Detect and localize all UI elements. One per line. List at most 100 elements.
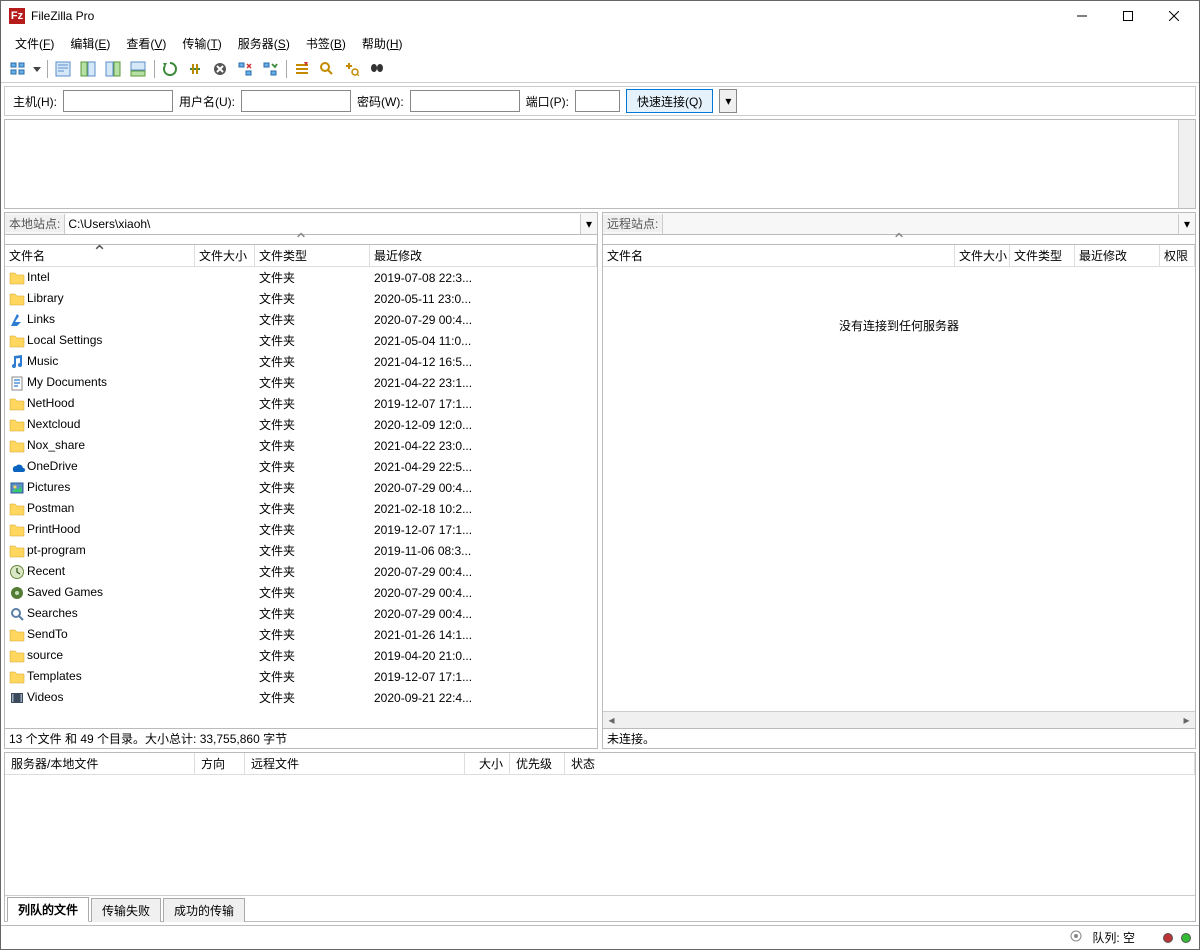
toggle-queue-icon[interactable] (127, 58, 149, 80)
file-modified: 2020-07-29 00:4... (370, 481, 597, 495)
table-row[interactable]: NetHood文件夹2019-12-07 17:1... (5, 393, 597, 414)
remote-path-input[interactable] (662, 214, 1178, 234)
site-manager-icon[interactable] (7, 58, 29, 80)
table-row[interactable]: Local Settings文件夹2021-05-04 11:0... (5, 330, 597, 351)
remote-file-list[interactable]: 文件名 文件大小 文件类型 最近修改 权限 没有连接到任何服务器 ◂▸ (603, 245, 1195, 728)
queue-col-direction[interactable]: 方向 (195, 753, 245, 774)
remote-col-modified[interactable]: 最近修改 (1075, 245, 1160, 266)
remote-col-name[interactable]: 文件名 (603, 245, 955, 266)
menu-view[interactable]: 查看(V) (118, 33, 174, 54)
file-modified: 2020-09-21 22:4... (370, 691, 597, 705)
queue-body[interactable] (5, 775, 1195, 895)
table-row[interactable]: PrintHood文件夹2019-12-07 17:1... (5, 519, 597, 540)
local-tree-collapsed[interactable]: ⌃ (5, 235, 597, 245)
queue-tab-queued[interactable]: 列队的文件 (7, 897, 89, 922)
table-row[interactable]: My Documents文件夹2021-04-22 23:1... (5, 372, 597, 393)
queue-col-server[interactable]: 服务器/本地文件 (5, 753, 195, 774)
queue-col-size[interactable]: 大小 (465, 753, 510, 774)
process-queue-icon[interactable] (184, 58, 206, 80)
local-file-list[interactable]: 文件名⌃ 文件大小 文件类型 最近修改 Intel文件夹2019-07-08 2… (5, 245, 597, 728)
menu-server[interactable]: 服务器(S) (230, 33, 298, 54)
video-icon (9, 690, 25, 706)
close-button[interactable] (1151, 1, 1197, 31)
quick-connect-button[interactable]: 快速连接(Q) (626, 89, 713, 113)
cancel-icon[interactable] (209, 58, 231, 80)
remote-hscroll[interactable]: ◂▸ (603, 711, 1195, 728)
host-input[interactable] (63, 90, 173, 112)
file-name: SendTo (27, 627, 68, 641)
toggle-remote-tree-icon[interactable] (102, 58, 124, 80)
message-log[interactable] (4, 119, 1196, 209)
local-path-input[interactable] (64, 214, 580, 234)
username-input[interactable] (241, 90, 351, 112)
local-col-modified[interactable]: 最近修改 (370, 245, 597, 266)
menu-bar: 文件(F) 编辑(E) 查看(V) 传输(T) 服务器(S) 书签(B) 帮助(… (1, 31, 1199, 55)
disconnect-icon[interactable] (234, 58, 256, 80)
queue-col-remote[interactable]: 远程文件 (245, 753, 465, 774)
filter-icon[interactable] (291, 58, 313, 80)
menu-transfer[interactable]: 传输(T) (174, 33, 229, 54)
table-row[interactable]: Nox_share文件夹2021-04-22 23:0... (5, 435, 597, 456)
remote-path-dropdown-icon[interactable]: ▾ (1178, 214, 1195, 234)
menu-bookmarks[interactable]: 书签(B) (298, 33, 354, 54)
menu-edit[interactable]: 编辑(E) (62, 33, 118, 54)
remote-col-perm[interactable]: 权限 (1160, 245, 1195, 266)
table-row[interactable]: pt-program文件夹2019-11-06 08:3... (5, 540, 597, 561)
toggle-local-tree-icon[interactable] (77, 58, 99, 80)
menu-help[interactable]: 帮助(H) (354, 33, 411, 54)
table-row[interactable]: Saved Games文件夹2020-07-29 00:4... (5, 582, 597, 603)
username-label: 用户名(U): (179, 93, 235, 110)
file-modified: 2019-04-20 21:0... (370, 649, 597, 663)
table-row[interactable]: Library文件夹2020-05-11 23:0... (5, 288, 597, 309)
message-log-scrollbar[interactable] (1178, 120, 1195, 208)
table-row[interactable]: Pictures文件夹2020-07-29 00:4... (5, 477, 597, 498)
sync-browse-icon[interactable] (341, 58, 363, 80)
file-modified: 2021-04-12 16:5... (370, 355, 597, 369)
minimize-button[interactable] (1059, 1, 1105, 31)
table-row[interactable]: Postman文件夹2021-02-18 10:2... (5, 498, 597, 519)
reconnect-icon[interactable] (259, 58, 281, 80)
remote-site-label: 远程站点: (603, 215, 662, 232)
remote-col-type[interactable]: 文件类型 (1010, 245, 1075, 266)
table-row[interactable]: Searches文件夹2020-07-29 00:4... (5, 603, 597, 624)
local-col-type[interactable]: 文件类型 (255, 245, 370, 266)
refresh-icon[interactable] (159, 58, 181, 80)
table-row[interactable]: SendTo文件夹2021-01-26 14:1... (5, 624, 597, 645)
table-row[interactable]: Templates文件夹2019-12-07 17:1... (5, 666, 597, 687)
file-name: Nox_share (27, 438, 85, 452)
remote-tree-collapsed[interactable]: ⌃ (603, 235, 1195, 245)
local-path-dropdown-icon[interactable]: ▾ (580, 214, 597, 234)
local-col-name[interactable]: 文件名⌃ (5, 245, 195, 266)
file-name: Templates (27, 669, 82, 683)
file-type: 文件夹 (255, 542, 370, 559)
queue-tab-success[interactable]: 成功的传输 (163, 898, 245, 922)
queue-col-priority[interactable]: 优先级 (510, 753, 565, 774)
table-row[interactable]: Videos文件夹2020-09-21 22:4... (5, 687, 597, 708)
quick-connect-dropdown[interactable]: ▾ (719, 89, 737, 113)
table-row[interactable]: Intel文件夹2019-07-08 22:3... (5, 267, 597, 288)
table-row[interactable]: Nextcloud文件夹2020-12-09 12:0... (5, 414, 597, 435)
maximize-button[interactable] (1105, 1, 1151, 31)
table-row[interactable]: OneDrive文件夹2021-04-29 22:5... (5, 456, 597, 477)
site-manager-dropdown-icon[interactable] (32, 58, 42, 80)
menu-file[interactable]: 文件(F) (7, 33, 62, 54)
file-type: 文件夹 (255, 332, 370, 349)
search-remote-icon[interactable] (366, 58, 388, 80)
table-row[interactable]: Music文件夹2021-04-12 16:5... (5, 351, 597, 372)
port-input[interactable] (575, 90, 620, 112)
remote-col-size[interactable]: 文件大小 (955, 245, 1010, 266)
queue-col-status[interactable]: 状态 (565, 753, 1195, 774)
compare-icon[interactable] (316, 58, 338, 80)
table-row[interactable]: Links文件夹2020-07-29 00:4... (5, 309, 597, 330)
local-col-size[interactable]: 文件大小 (195, 245, 255, 266)
file-type: 文件夹 (255, 605, 370, 622)
folder-icon (9, 333, 25, 349)
file-type: 文件夹 (255, 521, 370, 538)
toggle-log-icon[interactable] (52, 58, 74, 80)
folder-icon (9, 669, 25, 685)
table-row[interactable]: Recent文件夹2020-07-29 00:4... (5, 561, 597, 582)
table-row[interactable]: source文件夹2019-04-20 21:0... (5, 645, 597, 666)
password-input[interactable] (410, 90, 520, 112)
file-type: 文件夹 (255, 353, 370, 370)
queue-tab-failed[interactable]: 传输失败 (91, 898, 161, 922)
